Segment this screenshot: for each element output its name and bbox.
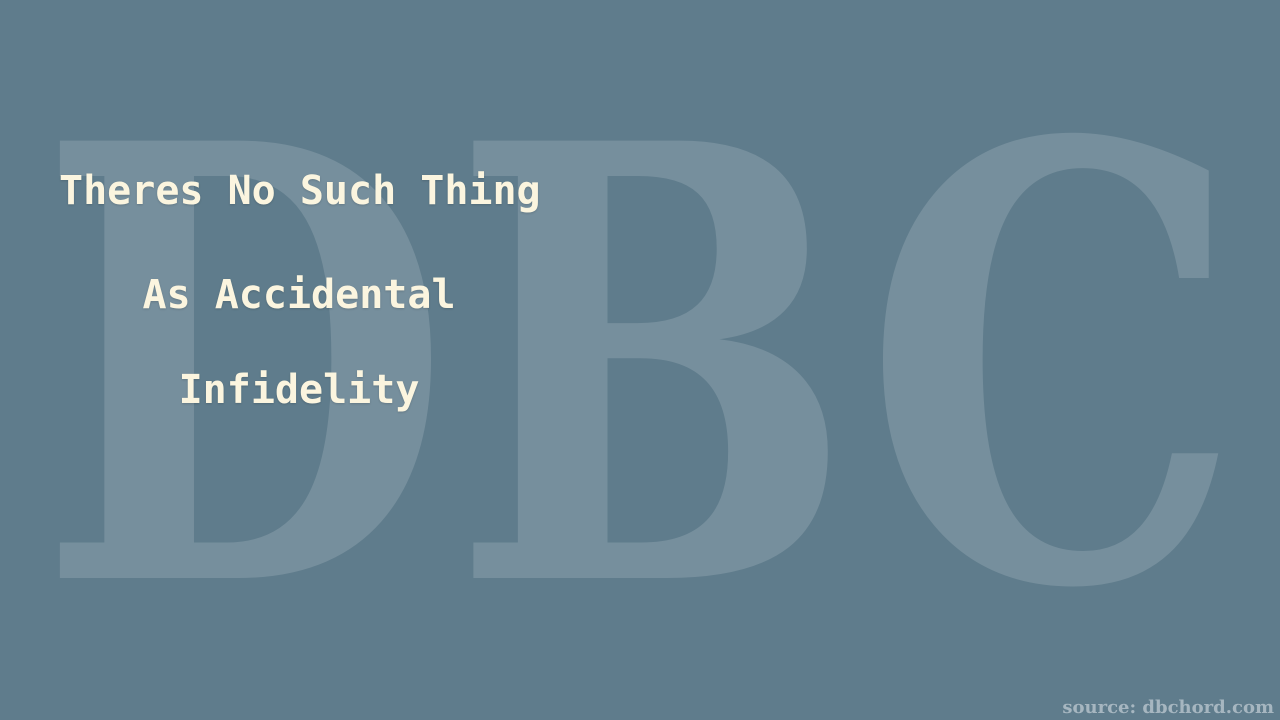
title-line-3: Infidelity <box>178 367 420 413</box>
title-line-1: Theres No Such Thing <box>59 168 541 214</box>
source-credit: source: dbchord.com <box>1062 697 1274 718</box>
dbc-watermark-logo: DBC <box>38 15 1243 720</box>
title-line-2: As Accidental <box>142 272 456 318</box>
